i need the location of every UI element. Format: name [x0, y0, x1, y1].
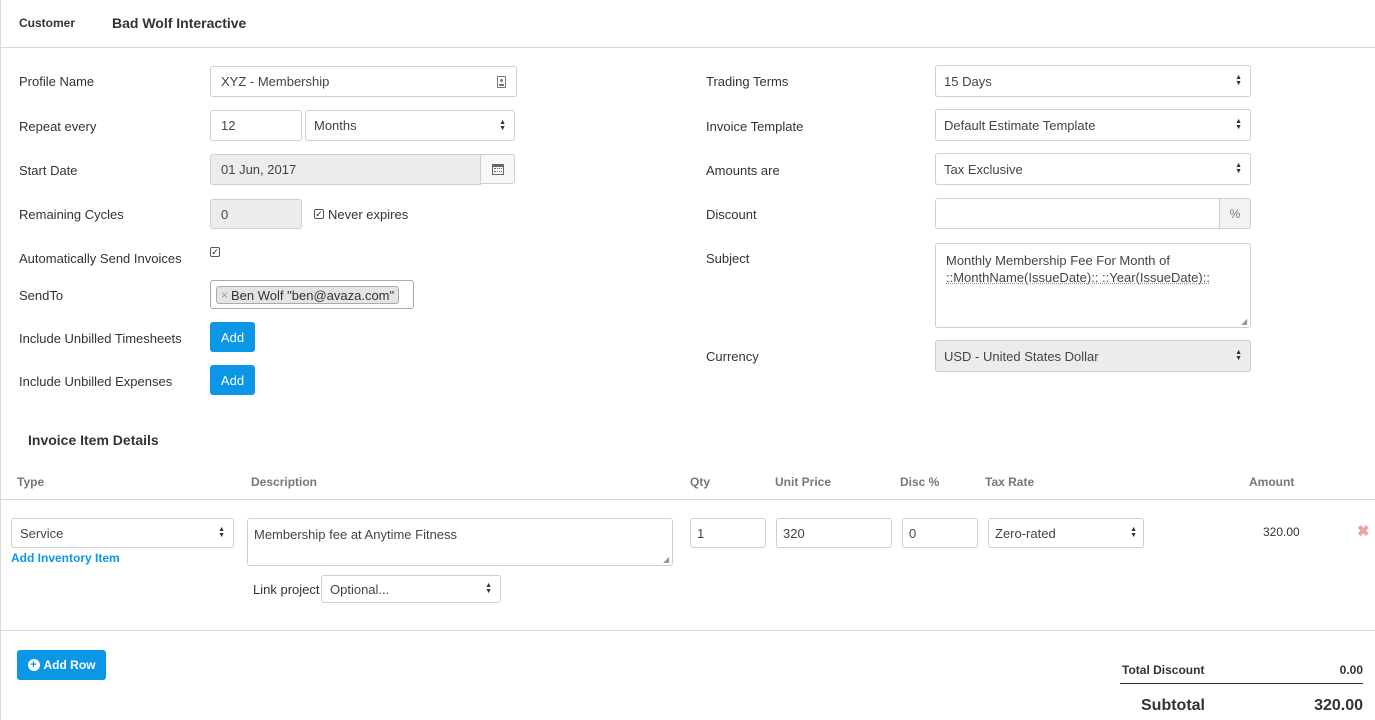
customer-name: Bad Wolf Interactive: [112, 15, 247, 31]
start-date-label: Start Date: [19, 163, 78, 178]
amounts-are-label: Amounts are: [706, 163, 780, 178]
currency-value: USD - United States Dollar: [944, 348, 1099, 364]
total-discount-label: Total Discount: [1122, 663, 1205, 677]
discount-percent-addon: %: [1219, 198, 1251, 229]
trading-terms-label: Trading Terms: [706, 74, 789, 89]
link-project-label: Link project: [253, 582, 320, 597]
sendto-label: SendTo: [19, 288, 64, 303]
subject-label: Subject: [706, 251, 750, 266]
profile-name-input[interactable]: XYZ - Membership: [210, 66, 517, 97]
unbilled-expenses-label: Include Unbilled Expenses: [19, 374, 173, 389]
plus-circle-icon: +: [27, 659, 40, 671]
col-header-unit-price: Unit Price: [775, 475, 832, 489]
item-qty-input[interactable]: 1: [690, 518, 766, 548]
col-header-type: Type: [17, 475, 45, 489]
currency-label: Currency: [706, 349, 759, 364]
select-caret-icon: ▲ ▼: [499, 118, 506, 132]
subtotal-label: Subtotal: [1141, 697, 1205, 714]
amounts-are-select[interactable]: Tax Exclusive ▲ ▼: [935, 153, 1251, 185]
amounts-are-value: Tax Exclusive: [944, 161, 1023, 177]
item-tax-rate-select[interactable]: Zero-rated ▲ ▼: [988, 518, 1144, 548]
col-header-description: Description: [251, 475, 318, 489]
profile-name-label: Profile Name: [19, 74, 95, 89]
select-caret-icon: ▲ ▼: [1235, 349, 1242, 362]
select-caret-icon: ▲ ▼: [1130, 526, 1137, 539]
subject-textarea[interactable]: Monthly Membership Fee For Month of ::Mo…: [935, 243, 1251, 328]
item-disc-input[interactable]: 0: [902, 518, 978, 548]
remaining-cycles-label: Remaining Cycles: [19, 207, 124, 222]
link-project-value: Optional...: [330, 581, 390, 597]
select-caret-icon: ▲ ▼: [485, 582, 492, 595]
invoice-template-select[interactable]: Default Estimate Template ▲ ▼: [935, 109, 1251, 141]
header-divider: [0, 47, 1375, 48]
item-unit-price-input[interactable]: 320: [776, 518, 892, 548]
item-description-value: Membership fee at Anytime Fitness: [254, 527, 458, 542]
subtotal-value: 320.00: [1314, 697, 1363, 714]
customer-label: Customer: [19, 16, 76, 30]
item-type-select[interactable]: Service ▲ ▼: [11, 518, 234, 548]
subject-line-2: ::MonthName(IssueDate):: ::Year(IssueDat…: [946, 270, 1210, 285]
add-row-label: Add Row: [43, 658, 96, 672]
add-timesheets-button[interactable]: Add: [210, 322, 255, 352]
sendto-input[interactable]: × Ben Wolf "ben@avaza.com": [210, 280, 414, 309]
unbilled-timesheets-label: Include Unbilled Timesheets: [19, 331, 182, 346]
repeat-every-input[interactable]: 12: [210, 110, 302, 141]
trading-terms-value: 15 Days: [944, 73, 992, 89]
frame-border: [0, 0, 1, 720]
link-project-select[interactable]: Optional... ▲ ▼: [321, 575, 501, 603]
trading-terms-select[interactable]: 15 Days ▲ ▼: [935, 65, 1251, 97]
item-amount: 320.00: [1263, 525, 1300, 539]
auto-send-label: Automatically Send Invoices: [19, 251, 182, 266]
select-caret-icon: ▲ ▼: [1235, 118, 1242, 131]
total-discount-value: 0.00: [1339, 663, 1363, 677]
select-caret-icon: ▲ ▼: [1235, 162, 1242, 175]
resize-handle-icon[interactable]: ◢: [663, 556, 671, 564]
invoice-items-title: Invoice Item Details: [28, 432, 159, 448]
select-caret-icon: ▲ ▼: [1235, 74, 1242, 87]
discount-label: Discount: [706, 207, 757, 222]
invoice-template-value: Default Estimate Template: [944, 117, 1096, 133]
recipient-tag: × Ben Wolf "ben@avaza.com": [216, 286, 400, 304]
currency-select[interactable]: USD - United States Dollar ▲ ▼: [935, 340, 1251, 372]
items-header-divider: [0, 499, 1375, 500]
item-tax-rate-value: Zero-rated: [995, 525, 1056, 541]
repeat-unit-value: Months: [314, 118, 357, 133]
col-header-tax-rate: Tax Rate: [985, 475, 1035, 489]
item-type-value: Service: [20, 525, 64, 541]
profile-name-value: XYZ - Membership: [221, 74, 330, 89]
resize-handle-icon[interactable]: ◢: [1241, 318, 1249, 326]
select-caret-icon: ▲ ▼: [218, 526, 225, 539]
col-header-amount: Amount: [1249, 475, 1295, 489]
never-expires-label: Never expires: [328, 207, 409, 222]
add-row-button[interactable]: + Add Row: [17, 650, 106, 680]
invoice-template-label: Invoice Template: [706, 119, 804, 134]
items-footer-divider: [0, 630, 1375, 631]
remove-row-icon[interactable]: ✖: [1357, 522, 1370, 540]
start-date-input[interactable]: 01 Jun, 2017: [210, 154, 481, 185]
auto-send-checkbox[interactable]: ✓: [210, 247, 220, 257]
add-expenses-button[interactable]: Add: [210, 365, 255, 395]
repeat-unit-select[interactable]: Months ▲ ▼: [305, 110, 515, 141]
remaining-cycles-input[interactable]: 0: [210, 199, 302, 229]
col-header-qty: Qty: [690, 475, 711, 489]
repeat-every-label: Repeat every: [19, 119, 97, 134]
remove-tag-icon[interactable]: ×: [221, 288, 228, 302]
calendar-icon: [491, 163, 504, 175]
contact-card-icon: [497, 75, 506, 88]
item-description-textarea[interactable]: Membership fee at Anytime Fitness ◢: [247, 518, 673, 566]
totals-divider: [1120, 683, 1363, 684]
calendar-button[interactable]: [480, 154, 515, 184]
subject-line-1: Monthly Membership Fee For Month of: [946, 253, 1170, 268]
recipient-tag-label: Ben Wolf "ben@avaza.com": [231, 287, 395, 303]
never-expires-checkbox[interactable]: ✓: [314, 209, 324, 219]
col-header-disc: Disc %: [900, 475, 940, 489]
add-inventory-item-link[interactable]: Add Inventory Item: [11, 551, 120, 565]
discount-input[interactable]: [935, 198, 1220, 229]
